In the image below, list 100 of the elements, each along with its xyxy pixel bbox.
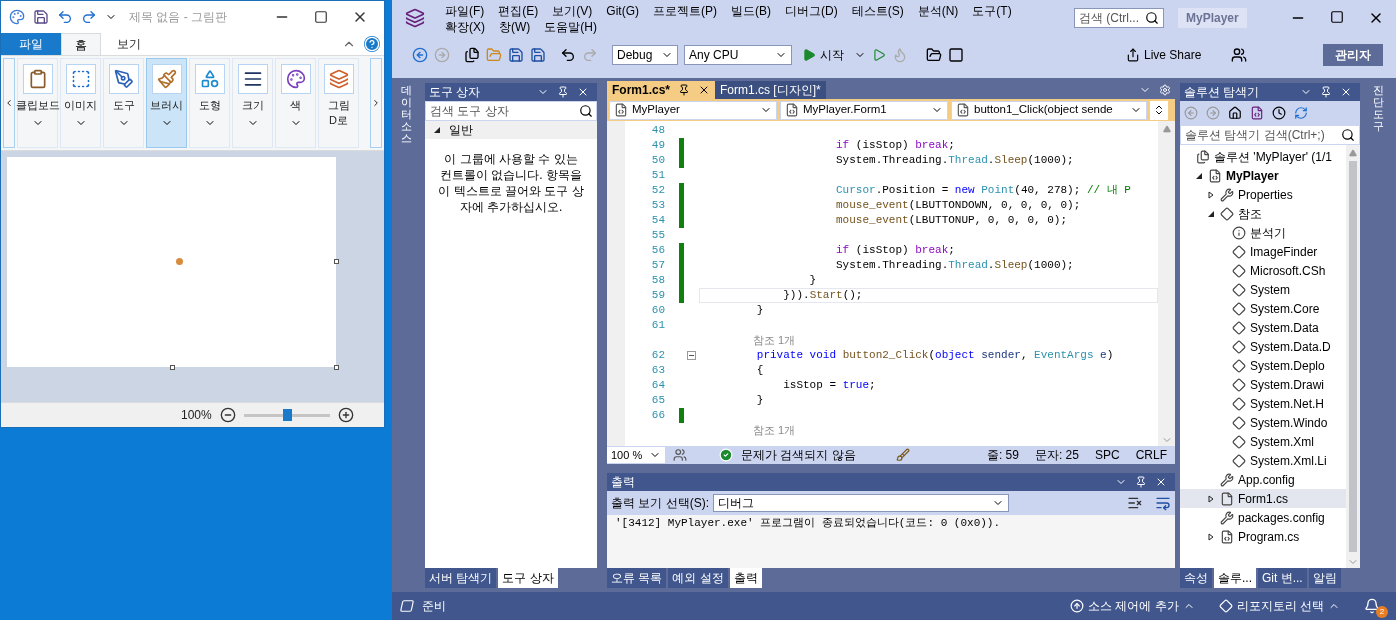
- clock-icon[interactable]: [1272, 106, 1286, 120]
- menu-item[interactable]: 테스트(S): [844, 3, 911, 19]
- menu-item[interactable]: 빌드(B): [724, 3, 778, 19]
- group-header[interactable]: 일반: [425, 121, 597, 139]
- split-button[interactable]: [1150, 100, 1168, 120]
- back-icon[interactable]: [412, 47, 428, 63]
- diagnostic-tools-tab[interactable]: 진단 도구: [1372, 84, 1384, 588]
- data-sources-tab[interactable]: 데이터 소스: [400, 84, 412, 588]
- panel-tab[interactable]: Git 변...: [1258, 568, 1307, 588]
- tree-item[interactable]: System.Drawi: [1180, 375, 1346, 394]
- tree-item[interactable]: Form1.cs: [1180, 489, 1346, 508]
- tree-item[interactable]: App.config: [1180, 470, 1346, 489]
- expander-icon[interactable]: [1207, 494, 1215, 503]
- expander-icon[interactable]: [1207, 190, 1215, 199]
- redo-icon[interactable]: [81, 9, 97, 25]
- expander-icon[interactable]: [1207, 532, 1215, 541]
- platform-dropdown[interactable]: Any CPU: [684, 45, 792, 65]
- resize-handle[interactable]: [170, 365, 175, 370]
- tree-item[interactable]: System: [1180, 280, 1346, 299]
- feedback-icon[interactable]: [1231, 47, 1248, 63]
- tree-item[interactable]: Properties: [1180, 185, 1346, 204]
- tree-item[interactable]: System.Data.D: [1180, 337, 1346, 356]
- window-layout-icon[interactable]: [948, 47, 964, 63]
- resize-handle[interactable]: [334, 365, 339, 370]
- vertical-scrollbar[interactable]: [1158, 121, 1175, 446]
- tree-item[interactable]: System.Windo: [1180, 413, 1346, 432]
- browse-icon[interactable]: [926, 47, 942, 63]
- ribbon-group-button[interactable]: 도형: [189, 58, 230, 148]
- save-all-icon[interactable]: [530, 47, 546, 63]
- document-tab[interactable]: Form1.cs [디자인]*: [715, 81, 826, 99]
- menu-item[interactable]: 도움말(H): [537, 19, 604, 35]
- notification-icon[interactable]: [1364, 598, 1380, 614]
- people-icon[interactable]: [673, 448, 687, 462]
- pin-icon[interactable]: [557, 86, 569, 98]
- panel-tab[interactable]: 출력: [729, 568, 762, 588]
- undo-icon[interactable]: [560, 47, 576, 63]
- tree-item[interactable]: System.Data: [1180, 318, 1346, 337]
- output-source-dropdown[interactable]: 디버그: [713, 494, 1009, 512]
- maximize-icon[interactable]: [314, 10, 328, 24]
- collapse-icon[interactable]: [687, 351, 696, 360]
- ribbon-group-button[interactable]: 그림 D로: [318, 58, 359, 148]
- panel-tab[interactable]: 알림: [1308, 568, 1341, 588]
- panel-tab[interactable]: 오류 목록: [607, 568, 667, 588]
- help-icon[interactable]: [364, 36, 380, 52]
- close-icon[interactable]: [1340, 86, 1352, 98]
- ribbon-group-button[interactable]: 이미지: [60, 58, 101, 148]
- close-icon[interactable]: [1155, 476, 1167, 488]
- save-icon[interactable]: [33, 9, 49, 25]
- panel-tab[interactable]: 서버 탐색기: [425, 568, 497, 588]
- source-control-button[interactable]: 소스 제어에 추가: [1070, 597, 1195, 615]
- slider-thumb[interactable]: [282, 409, 292, 421]
- navigation-dropdown[interactable]: MyPlayer: [609, 100, 777, 120]
- search-field[interactable]: 검색 도구 상자: [425, 101, 597, 121]
- zoom-slider[interactable]: [243, 409, 330, 421]
- tree-item[interactable]: 솔루션 'MyPlayer' (1/1: [1180, 147, 1346, 166]
- refresh-icon[interactable]: [1294, 106, 1308, 120]
- close-icon[interactable]: [577, 86, 589, 98]
- zoom-in-icon[interactable]: [337, 407, 354, 423]
- tree-item[interactable]: System.Core: [1180, 299, 1346, 318]
- navigation-dropdown[interactable]: button1_Click(object sende: [951, 100, 1147, 120]
- zoom-dropdown[interactable]: 100 %: [607, 447, 665, 463]
- panel-tab[interactable]: 속성: [1180, 568, 1212, 588]
- pin-icon[interactable]: [1320, 86, 1332, 98]
- tree-item[interactable]: ImageFinder: [1180, 242, 1346, 261]
- cleanup-icon[interactable]: [895, 448, 910, 462]
- maximize-icon[interactable]: [1330, 10, 1344, 24]
- start-button[interactable]: 시작: [798, 46, 848, 64]
- menu-item[interactable]: 분석(N): [910, 3, 966, 19]
- new-project-icon[interactable]: [464, 47, 480, 63]
- pin-icon[interactable]: [1135, 476, 1147, 488]
- menu-item[interactable]: 창(W): [492, 19, 538, 35]
- ribbon-group-button[interactable]: 색: [275, 58, 316, 148]
- admin-badge[interactable]: 관리자: [1323, 44, 1383, 66]
- tree-item[interactable]: Microsoft.CSh: [1180, 261, 1346, 280]
- menu-item[interactable]: 확장(X): [438, 19, 492, 35]
- menu-item[interactable]: Git(G): [599, 3, 646, 19]
- tree-item[interactable]: System.Net.H: [1180, 394, 1346, 413]
- tree-item[interactable]: 참조: [1180, 204, 1346, 223]
- issues-status[interactable]: 문제가 검색되지 않음: [741, 446, 856, 464]
- save-icon[interactable]: [508, 47, 524, 63]
- navigation-dropdown[interactable]: MyPlayer.Form1: [780, 100, 948, 120]
- ribbon-tab[interactable]: 파일: [1, 33, 61, 55]
- reference-count-hint[interactable]: 참조 1개: [753, 423, 796, 438]
- panel-tab[interactable]: 예외 설정: [668, 568, 728, 588]
- tree-item[interactable]: MyPlayer: [1180, 166, 1346, 185]
- search-field[interactable]: 검색 (Ctrl...: [1074, 8, 1164, 28]
- zoom-out-icon[interactable]: [219, 407, 236, 423]
- menu-item[interactable]: 프로젝트(P): [646, 3, 724, 19]
- reference-count-hint[interactable]: 참조 1개: [753, 333, 796, 348]
- ribbon-tab[interactable]: 보기: [101, 33, 157, 55]
- panel-tab[interactable]: 솔루...: [1214, 568, 1256, 588]
- menu-item[interactable]: 편집(E): [491, 3, 546, 19]
- tree-item[interactable]: System.Xml.Li: [1180, 451, 1346, 470]
- ribbon-group-button[interactable]: 브러시: [146, 58, 187, 148]
- menu-item[interactable]: 도구(T): [965, 3, 1019, 19]
- configuration-dropdown[interactable]: Debug: [612, 45, 678, 65]
- clear-all-icon[interactable]: [1127, 495, 1143, 511]
- panel-tab[interactable]: 도구 상자: [498, 568, 558, 588]
- home-icon[interactable]: [1228, 106, 1242, 120]
- settings-icon[interactable]: [1159, 84, 1171, 96]
